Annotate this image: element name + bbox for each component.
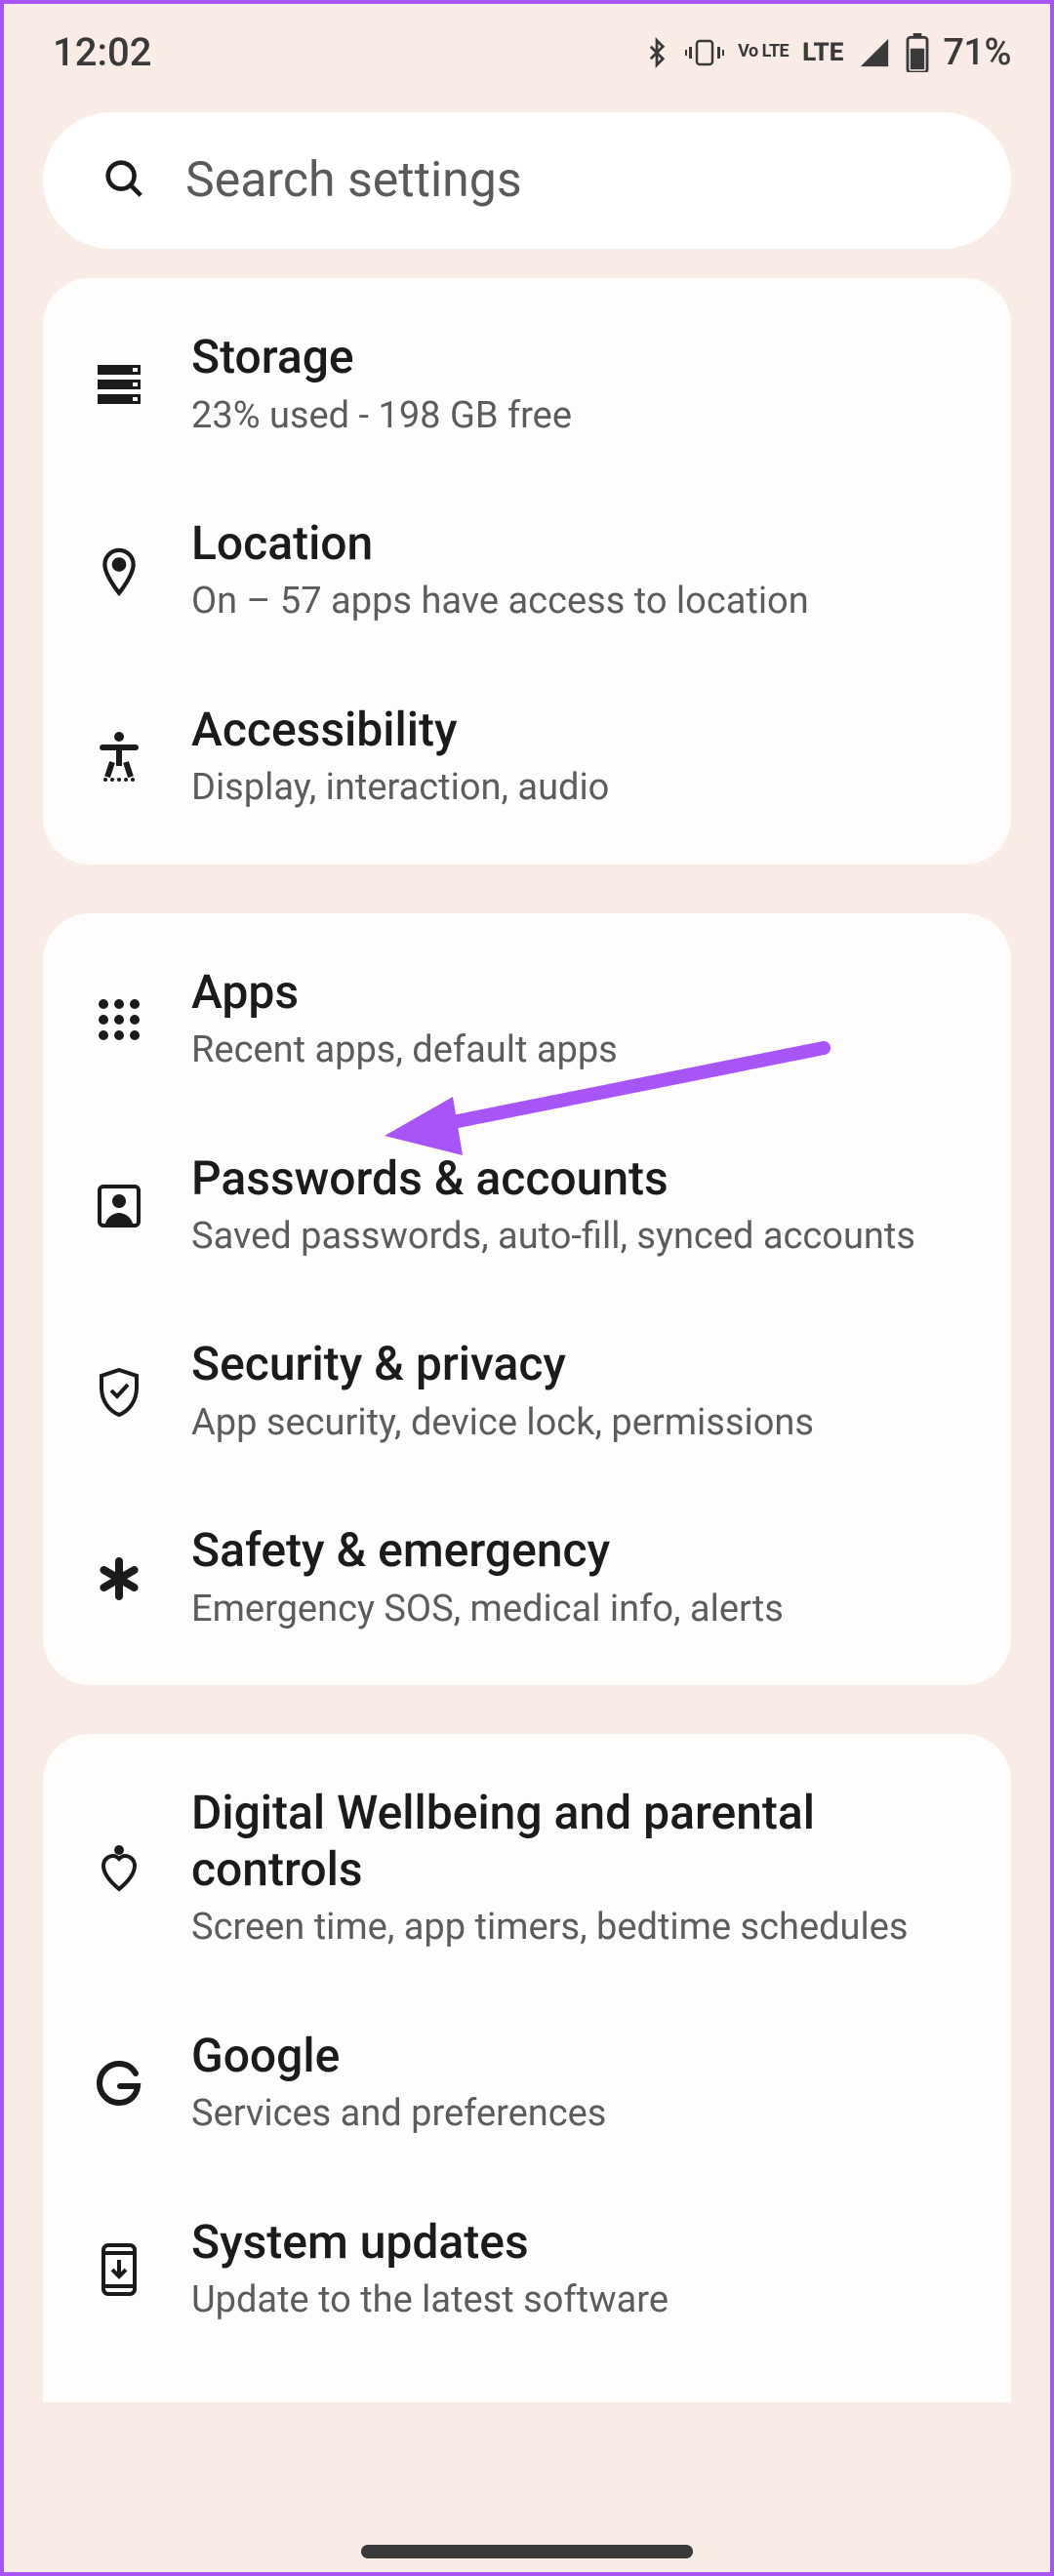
search-bar[interactable]: Search settings (43, 112, 1011, 249)
row-subtitle: Emergency SOS, medical info, alerts (191, 1585, 972, 1634)
row-title: Passwords & accounts (191, 1150, 972, 1207)
settings-item-storage[interactable]: Storage 23% used - 198 GB free (43, 292, 1011, 478)
row-subtitle: Update to the latest software (191, 2275, 972, 2325)
row-subtitle: Display, interaction, audio (191, 763, 972, 813)
asterisk-icon (92, 1551, 146, 1606)
wellbeing-icon (92, 1841, 146, 1896)
row-title: Google (191, 2028, 972, 2084)
row-subtitle: On – 57 apps have access to location (191, 577, 972, 626)
row-subtitle: 23% used - 198 GB free (191, 391, 972, 441)
search-icon (101, 156, 146, 205)
bluetooth-icon (642, 32, 671, 73)
row-subtitle: Services and preferences (191, 2089, 972, 2139)
row-title: System updates (191, 2214, 972, 2271)
row-subtitle: App security, device lock, permissions (191, 1398, 972, 1448)
row-title: Safety & emergency (191, 1522, 972, 1579)
storage-icon (92, 357, 146, 412)
settings-item-apps[interactable]: Apps Recent apps, default apps (43, 927, 1011, 1113)
volte-icon: Vo LTE (738, 44, 789, 60)
apps-icon (92, 992, 146, 1047)
settings-item-safety-emergency[interactable]: Safety & emergency Emergency SOS, medica… (43, 1485, 1011, 1671)
battery-icon (906, 33, 929, 72)
system-update-icon (92, 2242, 146, 2297)
settings-item-digital-wellbeing[interactable]: Digital Wellbeing and parental controls … (43, 1748, 1011, 1990)
settings-item-google[interactable]: Google Services and preferences (43, 1991, 1011, 2177)
status-bar: 12:02 Vo LTE LTE 71% (4, 4, 1050, 93)
row-title: Apps (191, 964, 972, 1021)
settings-item-system-updates[interactable]: System updates Update to the latest soft… (43, 2177, 1011, 2363)
row-subtitle: Recent apps, default apps (191, 1026, 972, 1075)
battery-text: 71% (943, 31, 1011, 74)
settings-group-2: Apps Recent apps, default apps Passwords… (43, 913, 1011, 1686)
gesture-bar (361, 2545, 693, 2558)
settings-group-1: Storage 23% used - 198 GB free Location … (43, 278, 1011, 865)
row-title: Location (191, 515, 972, 572)
google-g-icon (92, 2056, 146, 2111)
search-placeholder: Search settings (185, 152, 522, 209)
accessibility-icon (92, 730, 146, 785)
settings-item-accessibility[interactable]: Accessibility Display, interaction, audi… (43, 664, 1011, 851)
row-title: Accessibility (191, 702, 972, 758)
status-right: Vo LTE LTE 71% (642, 31, 1011, 74)
row-title: Security & privacy (191, 1336, 972, 1392)
status-time: 12:02 (53, 29, 151, 75)
lte-icon: LTE (802, 38, 843, 67)
settings-item-location[interactable]: Location On – 57 apps have access to loc… (43, 478, 1011, 664)
settings-item-security-privacy[interactable]: Security & privacy App security, device … (43, 1299, 1011, 1485)
vibrate-icon (685, 36, 724, 69)
shield-check-icon (92, 1365, 146, 1420)
row-title: Storage (191, 329, 972, 385)
settings-item-passwords-accounts[interactable]: Passwords & accounts Saved passwords, au… (43, 1113, 1011, 1300)
settings-group-3: Digital Wellbeing and parental controls … (43, 1734, 1011, 2401)
search-container: Search settings (4, 93, 1050, 278)
signal-icon (857, 36, 892, 69)
account-box-icon (92, 1179, 146, 1233)
row-subtitle: Screen time, app timers, bedtime schedul… (191, 1903, 972, 1952)
row-subtitle: Saved passwords, auto-fill, synced accou… (191, 1212, 972, 1262)
location-icon (92, 543, 146, 598)
row-title: Digital Wellbeing and parental controls (191, 1785, 972, 1897)
